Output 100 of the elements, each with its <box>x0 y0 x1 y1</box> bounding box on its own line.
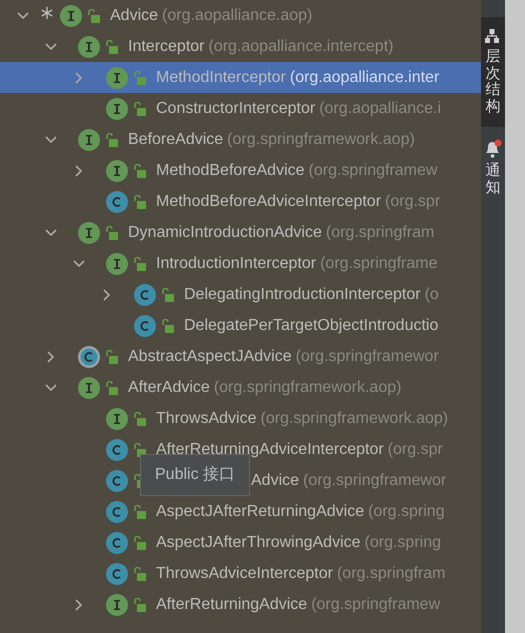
package-name: (org.springframewor <box>303 470 446 490</box>
package-name: (org.spring <box>364 532 442 552</box>
package-name: (org.aopalliance.inter <box>290 68 440 88</box>
sidebar-tab[interactable]: 通知 <box>481 127 505 208</box>
unlocked-padlock-icon <box>134 70 146 84</box>
package-name: (org.springframework.aop) <box>227 130 415 150</box>
package-name: (org.spring <box>368 502 445 522</box>
tree-row[interactable]: MethodBeforeAdviceInterceptor (org.spr <box>0 186 481 217</box>
tree-row[interactable]: AbstractAspectJAdvice (org.springframewor <box>0 341 481 372</box>
tree-row[interactable]: Advice (org.aopalliance.aop) <box>0 0 481 31</box>
unlocked-padlock-icon <box>134 194 146 208</box>
chevron-down-icon[interactable] <box>45 41 57 53</box>
tree-row[interactable]: AfterReturningAdvice (org.springframew <box>0 589 481 620</box>
package-name: (org.springfram <box>326 222 434 242</box>
unlocked-padlock-icon <box>134 536 146 550</box>
chevron-down-icon[interactable] <box>45 382 57 394</box>
interface-icon <box>106 408 128 430</box>
package-name: (org.springframew <box>308 160 438 180</box>
tree-row[interactable]: BeforeAdvice (org.springframework.aop) <box>0 124 481 155</box>
package-name: (org.aopalliance.intercept) <box>208 36 394 56</box>
chevron-right-icon[interactable] <box>101 289 113 301</box>
tab-label: 层次结构 <box>486 49 500 115</box>
package-name: (org.aopalliance.i <box>319 98 442 118</box>
chevron-down-icon[interactable] <box>17 10 29 22</box>
class-name: IntroductionInterceptor <box>156 254 316 274</box>
abstract-class-icon <box>78 346 100 368</box>
unlocked-padlock-icon <box>134 164 146 178</box>
tree-row[interactable]: DynamicIntroductionAdvice (org.springfram <box>0 217 481 248</box>
interface-icon <box>106 98 128 120</box>
chevron-down-icon[interactable] <box>45 227 57 239</box>
interface-icon <box>78 36 100 58</box>
class-name: Interceptor <box>128 36 204 56</box>
tree-row[interactable]: IntroductionInterceptor (org.springframe <box>0 248 481 279</box>
tree-row[interactable]: DelegatePerTargetObjectIntroductio <box>0 310 481 341</box>
unlocked-padlock-icon <box>134 412 146 426</box>
chevron-right-icon[interactable] <box>45 351 57 363</box>
package-name: (org.springframework.aop) <box>260 408 448 428</box>
tree-row[interactable]: MethodInterceptor (org.aopalliance.inter <box>0 62 481 93</box>
interface-icon <box>106 594 128 616</box>
package-name: (o <box>424 284 439 304</box>
class-name: AspectJAfterReturningAdvice <box>156 502 364 522</box>
tree-row[interactable]: AfterAdvice (org.springframework.aop) <box>0 372 481 403</box>
class-name: DelegatingIntroductionInterceptor <box>184 284 421 304</box>
interface-icon <box>78 376 100 398</box>
class-name: DynamicIntroductionAdvice <box>128 222 322 242</box>
chevron-down-icon[interactable] <box>45 134 57 146</box>
tree-row[interactable]: ThrowsAdvice (org.springframework.aop) <box>0 403 481 434</box>
interface-icon <box>78 222 100 244</box>
class-icon <box>106 438 128 460</box>
chevron-right-icon[interactable] <box>73 599 85 611</box>
unlocked-padlock-icon <box>134 256 146 270</box>
unlocked-padlock-icon <box>106 132 118 146</box>
class-icon <box>106 470 128 492</box>
tree-row[interactable]: MethodBeforeAdvice (org.springframew <box>0 155 481 186</box>
tree-row[interactable]: AspectJAfterThrowingAdvice (org.spring <box>0 527 481 558</box>
package-name: (org.springframew <box>311 594 440 614</box>
class-icon <box>134 284 156 306</box>
class-icon <box>134 314 156 336</box>
class-name: MethodBeforeAdviceInterceptor <box>156 192 382 212</box>
unlocked-padlock-icon <box>106 350 118 364</box>
class-name: AbstractAspectJAdvice <box>128 346 292 366</box>
tree-row[interactable]: ThrowsAdviceInterceptor (org.springfram <box>0 558 481 589</box>
class-name: BeforeAdvice <box>128 130 224 150</box>
class-name: MethodBeforeAdvice <box>156 160 305 180</box>
package-name: (org.springfram <box>336 564 446 584</box>
chevron-right-icon[interactable] <box>73 72 85 84</box>
class-name: AspectJAfterThrowingAdvice <box>156 532 361 552</box>
unlocked-padlock-icon <box>106 226 118 240</box>
class-name: AfterReturningAdvice <box>156 594 308 614</box>
interface-icon <box>106 252 128 274</box>
class-name: ConstructorInterceptor <box>156 98 316 118</box>
tree-row[interactable]: DelegatingIntroductionInterceptor (o <box>0 279 481 310</box>
unlocked-padlock-icon <box>134 566 146 580</box>
class-icon <box>106 190 128 212</box>
sidebar-tab[interactable]: 层次结构 <box>481 17 505 127</box>
chevron-down-icon[interactable] <box>73 258 85 270</box>
package-name: (org.spr <box>388 440 443 460</box>
unlocked-padlock-icon <box>134 504 146 518</box>
unlocked-padlock-icon <box>162 318 174 332</box>
unlocked-padlock-icon <box>106 40 118 54</box>
interface-icon <box>106 160 128 182</box>
class-name: AfterAdvice <box>128 378 210 398</box>
package-name: (org.aopalliance.aop) <box>162 6 312 26</box>
unlocked-padlock-icon <box>88 8 100 22</box>
class-name: DelegatePerTargetObjectIntroductio <box>184 316 438 336</box>
chevron-right-icon[interactable] <box>73 165 85 177</box>
interface-icon <box>60 4 82 26</box>
package-name: (org.springframewor <box>296 346 439 366</box>
tab-label: 通知 <box>486 163 500 196</box>
interface-icon <box>78 128 100 150</box>
tree-row[interactable]: AspectJAfterReturningAdvice (org.spring <box>0 496 481 527</box>
class-icon <box>106 532 128 554</box>
tree-row[interactable]: ConstructorInterceptor (org.aopalliance.i <box>0 93 481 124</box>
package-name: (org.springframe <box>320 254 438 274</box>
unlocked-padlock-icon <box>134 102 146 116</box>
class-name: MethodInterceptor <box>156 68 286 88</box>
package-name: (org.springframework.aop) <box>214 378 402 398</box>
tooltip: Public 接口 <box>140 454 250 496</box>
tree-row[interactable]: Interceptor (org.aopalliance.intercept) <box>0 31 481 62</box>
class-name: Advice <box>110 6 158 26</box>
